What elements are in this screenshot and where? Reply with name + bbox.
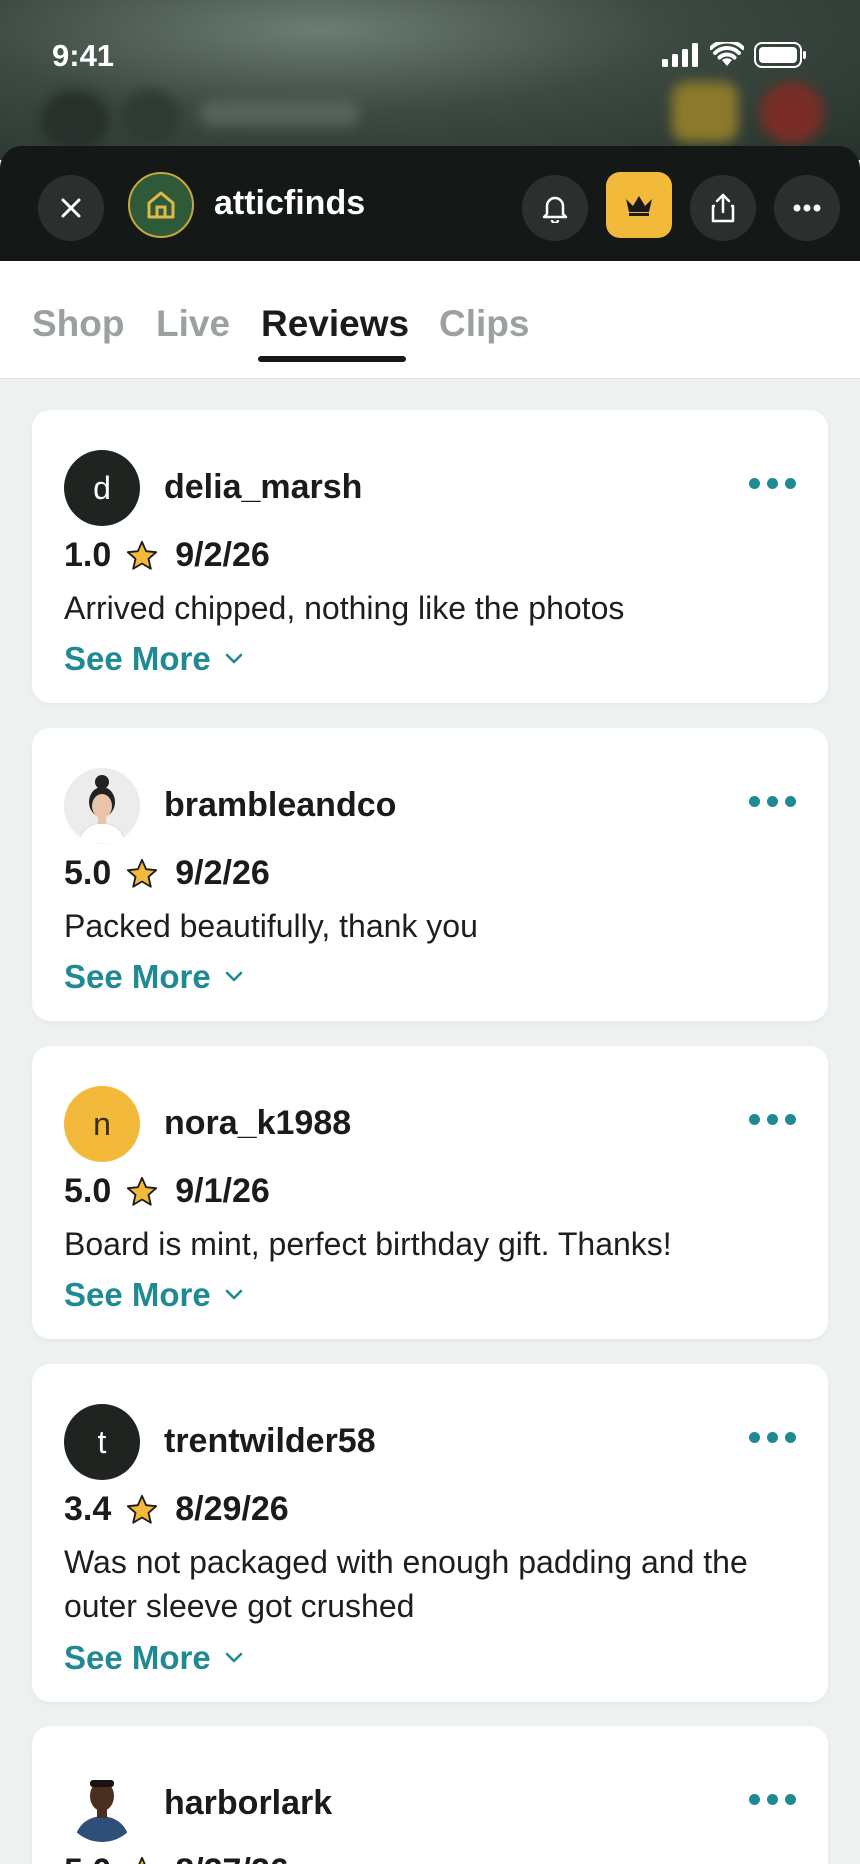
chevron-down-icon [225,971,243,982]
see-more-link[interactable]: See More [64,958,243,996]
chevron-down-icon [225,653,243,664]
review-date: 9/1/26 [175,1172,270,1210]
chevron-down-icon [225,1289,243,1300]
avatar[interactable] [64,1766,140,1842]
tab-clips[interactable]: Clips [439,303,529,345]
star-icon [125,1855,159,1864]
review-username[interactable]: brambleandco [164,786,396,825]
review-more-icon[interactable] [749,478,796,489]
star-icon [125,1175,159,1209]
star-icon [125,857,159,891]
bell-icon [542,196,568,223]
crown-icon [626,196,652,216]
avatar[interactable] [64,768,140,844]
battery-icon [754,42,806,68]
status-bar: 9:41 [0,0,860,115]
review-text: Board is mint, perfect birthday gift. Th… [64,1226,672,1262]
review-date: 8/29/26 [175,1490,289,1528]
review-more-icon[interactable] [749,796,796,807]
rating-value: 3.4 [64,1490,112,1528]
rating-row: 5.0 8/27/26 [64,1852,289,1864]
see-more-label: See More [64,958,211,995]
tab-live[interactable]: Live [156,303,230,345]
avatar[interactable]: d [64,450,140,526]
rating-row: 1.0 9/2/26 [64,536,270,575]
shop-name[interactable]: atticfinds [214,184,365,223]
premium-button[interactable] [606,172,672,238]
wifi-icon [710,42,744,66]
rating-value: 5.0 [64,1852,111,1864]
home-icon [147,191,175,219]
more-horizontal-icon [793,204,821,212]
rating-value: 5.0 [64,1172,112,1210]
review-username[interactable]: nora_k1988 [164,1104,351,1143]
avatar[interactable]: n [64,1086,140,1162]
share-icon [711,193,735,223]
user-photo-icon [64,1766,140,1842]
rating-row: 3.4 8/29/26 [64,1490,289,1529]
review-card: harborlark 5.0 8/27/26 [32,1726,828,1864]
see-more-label: See More [64,1639,211,1676]
see-more-label: See More [64,640,211,677]
review-card: t trentwilder58 3.4 8/29/26 Was not pack… [32,1364,828,1702]
see-more-link[interactable]: See More [64,1639,243,1677]
review-username[interactable]: harborlark [164,1784,332,1823]
review-card: n nora_k1988 5.0 9/1/26 Board is mint, p… [32,1046,828,1339]
review-date: 8/27/26 [175,1852,288,1864]
notifications-button[interactable] [522,175,588,241]
review-more-icon[interactable] [749,1114,796,1125]
chevron-down-icon [225,1652,243,1663]
rating-value: 1.0 [64,536,112,574]
avatar[interactable]: t [64,1404,140,1480]
review-card: brambleandco 5.0 9/2/26 Packed beautiful… [32,728,828,1021]
see-more-link[interactable]: See More [64,1276,243,1314]
review-text: Was not packaged with enough padding and… [64,1544,748,1624]
tab-reviews[interactable]: Reviews [261,303,409,345]
shop-avatar[interactable] [128,172,194,238]
review-more-icon[interactable] [749,1432,796,1443]
close-button[interactable] [38,175,104,241]
review-text: Arrived chipped, nothing like the photos [64,590,625,626]
star-icon [125,539,159,573]
status-time: 9:41 [52,38,115,73]
tab-bar: Shop Live Reviews Clips [0,261,860,379]
review-text: Packed beautifully, thank you [64,908,478,944]
review-date: 9/2/26 [175,854,270,892]
rating-value: 5.0 [64,854,112,892]
review-username[interactable]: delia_marsh [164,468,362,507]
tab-shop[interactable]: Shop [32,303,124,345]
rating-row: 5.0 9/2/26 [64,854,270,893]
shop-header: atticfinds [0,146,860,261]
review-date: 9/2/26 [175,536,270,574]
review-username[interactable]: trentwilder58 [164,1422,376,1461]
review-card: d delia_marsh 1.0 9/2/26 Arrived chipped… [32,410,828,703]
see-more-label: See More [64,1276,211,1313]
close-icon [61,198,81,218]
rating-row: 5.0 9/1/26 [64,1172,270,1211]
user-photo-icon [64,768,140,844]
share-button[interactable] [690,175,756,241]
more-options-button[interactable] [774,175,840,241]
signal-icon [662,43,698,67]
see-more-link[interactable]: See More [64,640,243,678]
active-tab-indicator [258,356,406,362]
star-icon [125,1493,159,1527]
review-more-icon[interactable] [749,1794,796,1805]
